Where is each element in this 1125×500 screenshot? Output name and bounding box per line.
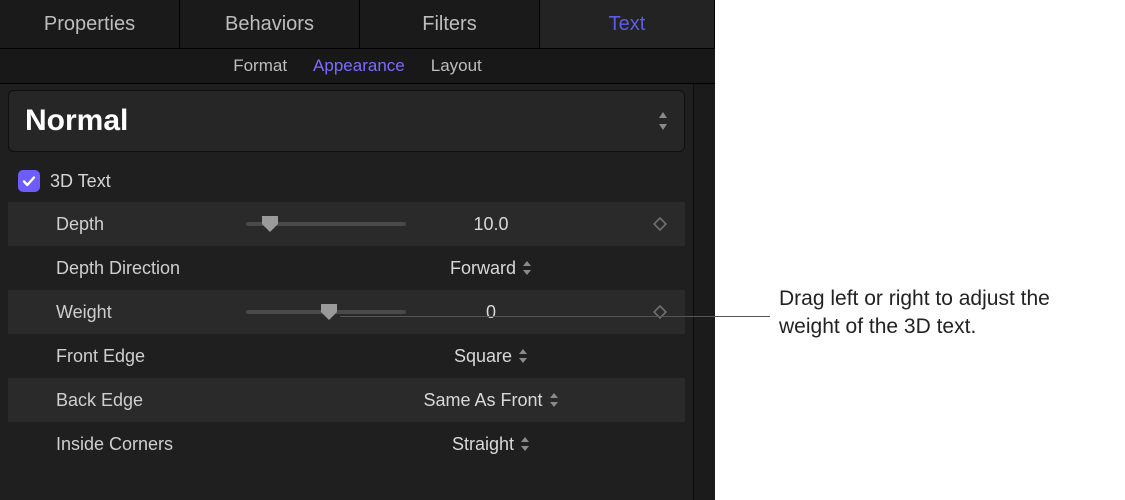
- param-label: Inside Corners: [56, 434, 246, 455]
- popup-arrows-icon[interactable]: [518, 348, 528, 364]
- tab-text[interactable]: Text: [540, 0, 715, 48]
- param-label: Weight: [56, 302, 246, 323]
- value-depth[interactable]: 10.0: [473, 214, 508, 235]
- annotation-area: Drag left or right to adjust the weight …: [715, 0, 1125, 500]
- tab-filters[interactable]: Filters: [360, 0, 540, 48]
- section-header-3d-text: 3D Text: [8, 164, 685, 198]
- row-front-edge: Front Edge Square: [8, 334, 685, 378]
- value-front-edge[interactable]: Square: [454, 346, 512, 367]
- checkbox-3d-text[interactable]: [18, 170, 40, 192]
- slider-depth[interactable]: [246, 222, 406, 226]
- scrollbar[interactable]: [693, 84, 715, 500]
- section-title: 3D Text: [50, 171, 111, 192]
- subtab-appearance[interactable]: Appearance: [313, 56, 405, 76]
- parameter-rows: Depth 10.0: [8, 202, 685, 466]
- inspector-panel: Properties Behaviors Filters Text Format…: [0, 0, 715, 500]
- row-back-edge: Back Edge Same As Front: [8, 378, 685, 422]
- subtab-format[interactable]: Format: [233, 56, 287, 76]
- param-label: Depth: [56, 214, 246, 235]
- row-weight: Weight 0: [8, 290, 685, 334]
- row-depth: Depth 10.0: [8, 202, 685, 246]
- param-label: Depth Direction: [56, 258, 246, 279]
- callout-line: [340, 316, 770, 317]
- slider-weight[interactable]: [246, 310, 406, 314]
- preset-popup[interactable]: Normal: [8, 90, 685, 152]
- popup-arrows-icon[interactable]: [522, 260, 532, 276]
- content-area: Normal 3D Text Depth: [0, 84, 693, 500]
- popup-arrows-icon: [656, 109, 670, 133]
- main-tabs: Properties Behaviors Filters Text: [0, 0, 715, 48]
- row-depth-direction: Depth Direction Forward: [8, 246, 685, 290]
- param-label: Back Edge: [56, 390, 246, 411]
- popup-arrows-icon[interactable]: [520, 436, 530, 452]
- tab-properties[interactable]: Properties: [0, 0, 180, 48]
- sub-tabs: Format Appearance Layout: [0, 48, 715, 84]
- annotation-text: Drag left or right to adjust the weight …: [779, 285, 1089, 342]
- subtab-layout[interactable]: Layout: [431, 56, 482, 76]
- tab-behaviors[interactable]: Behaviors: [180, 0, 360, 48]
- preset-label: Normal: [25, 104, 128, 138]
- value-back-edge[interactable]: Same As Front: [423, 390, 542, 411]
- value-weight[interactable]: 0: [486, 302, 496, 323]
- value-depth-direction[interactable]: Forward: [450, 258, 516, 279]
- param-label: Front Edge: [56, 346, 246, 367]
- popup-arrows-icon[interactable]: [549, 392, 559, 408]
- keyframe-diamond-icon[interactable]: [653, 217, 667, 231]
- value-inside-corners[interactable]: Straight: [452, 434, 514, 455]
- row-inside-corners: Inside Corners Straight: [8, 422, 685, 466]
